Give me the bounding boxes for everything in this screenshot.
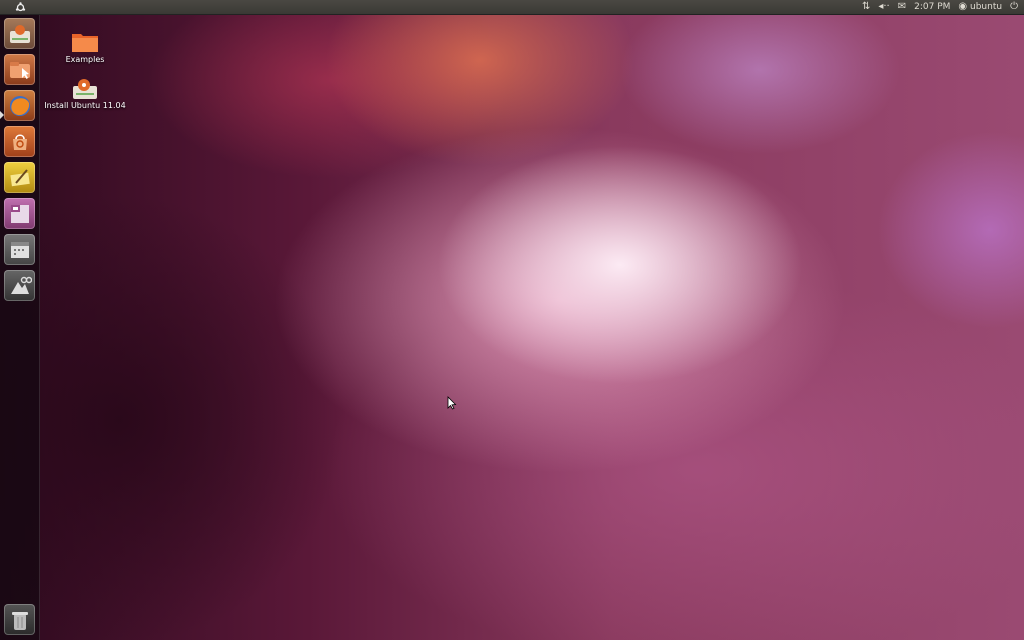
- trash-icon: [11, 611, 28, 630]
- power-icon[interactable]: ⏻: [1010, 0, 1018, 14]
- launcher-item-files-folders[interactable]: [4, 270, 35, 301]
- desktop-icon-examples[interactable]: Examples: [40, 31, 130, 64]
- system-tray: ⇅ ◂·· ✉ 2:07 PM ◉ ubuntu ⏻: [862, 0, 1024, 14]
- clock[interactable]: 2:07 PM: [914, 0, 950, 14]
- launcher-item-installer[interactable]: [4, 18, 35, 49]
- ubuntu-logo-icon[interactable]: [0, 0, 40, 14]
- home-folder-icon: [9, 61, 30, 79]
- user-name: ubuntu: [970, 2, 1003, 12]
- volume-icon[interactable]: ◂··: [878, 0, 889, 14]
- firefox-icon: [9, 95, 30, 116]
- text-editor-icon: [9, 168, 30, 186]
- launcher-item-home-folder[interactable]: [4, 54, 35, 85]
- launcher: [0, 15, 40, 640]
- workspaces-icon: [10, 204, 29, 223]
- top-panel: ⇅ ◂·· ✉ 2:07 PM ◉ ubuntu ⏻: [0, 0, 1024, 15]
- launcher-item-text-editor[interactable]: [4, 162, 35, 193]
- desktop-wallpaper: [0, 0, 1024, 640]
- folder-icon: [71, 31, 99, 53]
- launcher-item-firefox[interactable]: [4, 90, 35, 121]
- launcher-item-trash[interactable]: [4, 604, 35, 635]
- files-folders-icon: [10, 276, 32, 294]
- installer-icon: [9, 24, 30, 43]
- launcher-item-applications[interactable]: [4, 234, 35, 265]
- user-menu[interactable]: ◉ ubuntu: [958, 0, 1002, 14]
- mail-icon[interactable]: ✉: [898, 0, 906, 14]
- applications-icon: [10, 241, 29, 258]
- desktop-icon-label: Install Ubuntu 11.04: [44, 101, 126, 110]
- desktop-icon-label: Examples: [65, 55, 105, 64]
- installer-icon: [71, 77, 99, 99]
- user-icon: ◉: [958, 1, 968, 12]
- desktop-icon-install-ubuntu[interactable]: Install Ubuntu 11.04: [40, 77, 130, 110]
- launcher-item-software-center[interactable]: [4, 126, 35, 157]
- network-icon[interactable]: ⇅: [862, 0, 870, 14]
- launcher-item-workspaces[interactable]: [4, 198, 35, 229]
- software-center-icon: [12, 133, 27, 150]
